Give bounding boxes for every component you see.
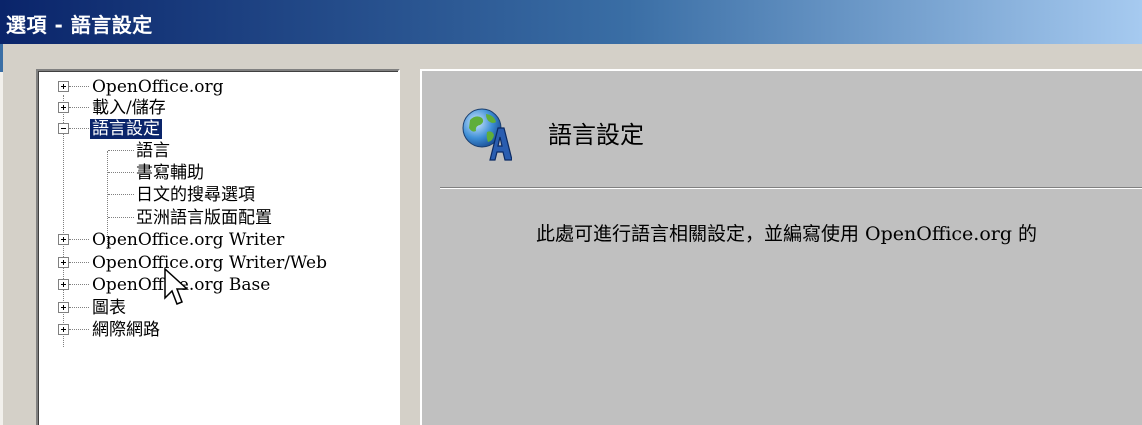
tree-connector-line [108, 217, 134, 218]
tree-item-label: 書寫輔助 [136, 163, 204, 183]
tree-connector-line [69, 86, 89, 87]
options-tree-panel[interactable]: OpenOffice.org 載入/儲存 語言設定 語言 書寫輔助 日文的搜尋選… [36, 69, 400, 425]
tree-connector-line [69, 128, 89, 129]
tree-item-label: 亞洲語言版面配置 [136, 208, 272, 228]
tree-item-label: 載入/儲存 [92, 98, 166, 118]
expand-plus-icon[interactable] [58, 257, 69, 268]
window-title: 選項 - 語言設定 [6, 13, 153, 37]
options-tree: OpenOffice.org 載入/儲存 語言設定 語言 書寫輔助 日文的搜尋選… [38, 71, 398, 425]
mouse-cursor-icon [164, 268, 189, 305]
globe-letter-a-icon [462, 108, 512, 161]
expand-plus-icon[interactable] [58, 302, 69, 313]
tree-connector-line [108, 172, 134, 173]
tree-connector-line [69, 262, 89, 263]
page-description: 此處可進行語言相關設定，並編寫使用 OpenOffice.org 的 [536, 223, 1038, 245]
expand-plus-icon[interactable] [58, 234, 69, 245]
window-edge-accent [0, 44, 3, 72]
page-heading: 語言設定 [548, 121, 644, 149]
tree-item-label: OpenOffice.org Writer [92, 230, 285, 250]
tree-item-label: 日文的搜尋選項 [136, 185, 255, 205]
tree-item-label: OpenOffice.org Writer/Web [92, 253, 327, 273]
tree-connector-line [69, 307, 89, 308]
content-panel: 語言設定 此處可進行語言相關設定，並編寫使用 OpenOffice.org 的 [420, 69, 1142, 425]
tree-connector-line [69, 239, 89, 240]
tree-item-label-selected: 語言設定 [89, 118, 163, 140]
tree-item-label: 圖表 [92, 298, 126, 318]
tree-connector-line [69, 284, 89, 285]
header-separator [440, 187, 1142, 189]
tree-connector-line [108, 194, 134, 195]
title-bar[interactable]: 選項 - 語言設定 [0, 0, 1142, 44]
collapse-minus-icon[interactable] [58, 123, 69, 134]
expand-plus-icon[interactable] [58, 81, 69, 92]
expand-plus-icon[interactable] [58, 102, 69, 113]
tree-connector-line [69, 329, 89, 330]
window-left-edge [0, 72, 3, 425]
expand-plus-icon[interactable] [58, 324, 69, 335]
tree-item-label: 網際網路 [92, 320, 160, 340]
expand-plus-icon[interactable] [58, 279, 69, 290]
tree-connector-line [108, 150, 134, 151]
tree-item-label: 語言 [136, 141, 170, 161]
tree-connector-line [69, 107, 89, 108]
tree-item-label: OpenOffice.org [92, 77, 224, 97]
